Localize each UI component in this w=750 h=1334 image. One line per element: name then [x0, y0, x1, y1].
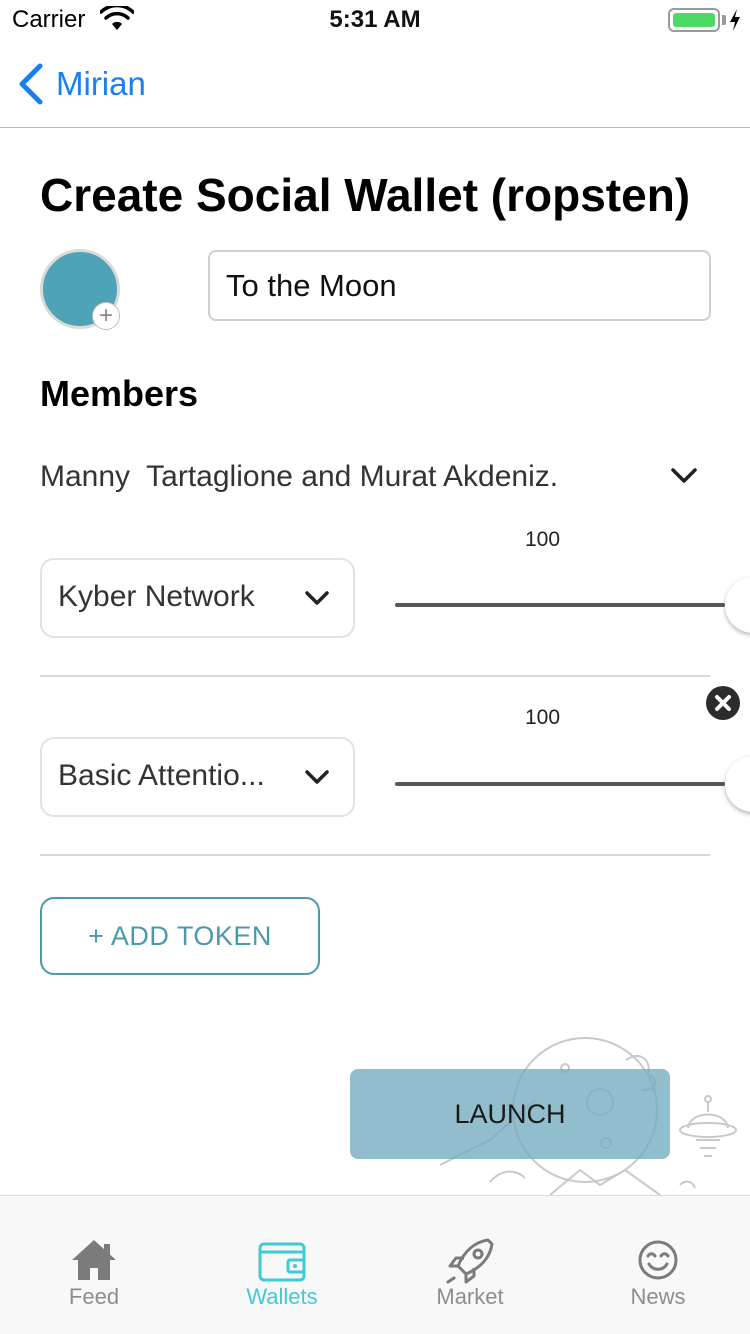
- add-token-button[interactable]: + ADD TOKEN: [40, 897, 320, 975]
- token-amount-value: 100: [524, 528, 561, 551]
- battery-tip: [722, 15, 726, 25]
- chevron-left-icon: [19, 63, 43, 105]
- token-amount-slider-thumb[interactable]: [725, 756, 750, 812]
- token-amount-slider-thumb[interactable]: [725, 577, 750, 633]
- tab-wallets-label: Wallets: [246, 1284, 318, 1309]
- token-select[interactable]: Kyber Network: [40, 558, 355, 638]
- token-amount-value: 100: [524, 706, 561, 729]
- tab-feed[interactable]: Feed: [0, 1196, 188, 1334]
- members-summary: Manny Tartaglione and Murat Akdeniz.: [40, 460, 559, 493]
- back-label: Mirian: [56, 65, 146, 102]
- tab-wallets[interactable]: Wallets: [188, 1196, 376, 1334]
- token-amount-slider-track[interactable]: [395, 603, 725, 607]
- rocket-icon: [446, 1238, 494, 1284]
- tab-news[interactable]: News: [564, 1196, 750, 1334]
- tab-bar: Feed Wallets Market News: [0, 1195, 750, 1334]
- token-select-label: Kyber Network: [58, 580, 255, 613]
- token-select-label: Basic Attentio...: [58, 759, 265, 792]
- battery-icon: [668, 8, 720, 32]
- battery-level: [673, 13, 715, 27]
- tab-news-label: News: [630, 1284, 686, 1309]
- page-title: Create Social Wallet (ropsten): [40, 169, 691, 221]
- tab-feed-label: Feed: [68, 1284, 120, 1309]
- chevron-down-icon: [305, 770, 329, 784]
- launch-button[interactable]: LAUNCH: [350, 1069, 670, 1159]
- tab-market[interactable]: Market: [376, 1196, 564, 1334]
- add-photo-icon[interactable]: +: [92, 302, 120, 330]
- smiley-icon: [638, 1240, 678, 1280]
- back-button[interactable]: Mirian: [16, 60, 146, 108]
- status-time: 5:31 AM: [329, 6, 421, 33]
- row-divider: [40, 675, 710, 677]
- members-heading: Members: [40, 373, 199, 414]
- charging-bolt-icon: [730, 9, 740, 31]
- wallet-icon: [258, 1242, 306, 1282]
- token-row: 100 Kyber Network: [40, 520, 750, 700]
- tab-market-label: Market: [436, 1284, 504, 1309]
- wallet-name-input[interactable]: [208, 250, 711, 321]
- navigation-bar: Mirian: [0, 40, 750, 128]
- row-divider: [40, 854, 710, 856]
- members-dropdown[interactable]: Manny Tartaglione and Murat Akdeniz.: [40, 448, 710, 508]
- token-select[interactable]: Basic Attentio...: [40, 737, 355, 817]
- chevron-down-icon: [305, 591, 329, 605]
- home-icon: [72, 1240, 116, 1280]
- token-amount-slider-track[interactable]: [395, 782, 725, 786]
- chevron-down-icon: [671, 468, 697, 483]
- status-bar: Carrier 5:31 AM: [0, 0, 750, 40]
- token-row: 100 Basic Attentio...: [40, 700, 750, 880]
